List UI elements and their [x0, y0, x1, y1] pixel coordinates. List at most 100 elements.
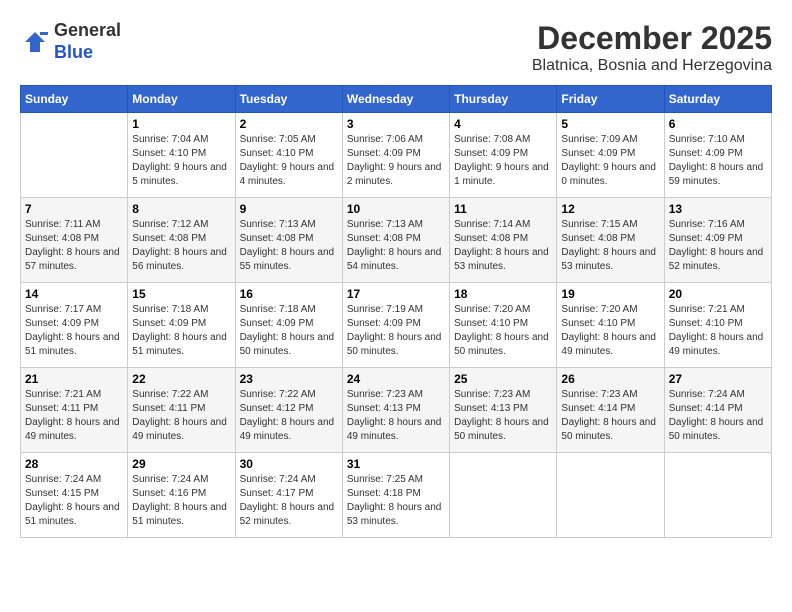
calendar-cell: 30Sunrise: 7:24 AMSunset: 4:17 PMDayligh…	[235, 453, 342, 538]
weekday-header: Wednesday	[342, 86, 449, 113]
calendar-cell: 26Sunrise: 7:23 AMSunset: 4:14 PMDayligh…	[557, 368, 664, 453]
calendar-cell: 17Sunrise: 7:19 AMSunset: 4:09 PMDayligh…	[342, 283, 449, 368]
logo: General Blue	[20, 20, 121, 63]
calendar-cell: 28 Sunrise: 7:24 AMSunset: 4:15 PMDayligh…	[21, 453, 128, 538]
day-number: 8	[132, 202, 230, 216]
calendar-table: SundayMondayTuesdayWednesdayThursdayFrid…	[20, 85, 772, 538]
day-info: Sunrise: 7:04 AMSunset: 4:10 PMDaylight:…	[132, 133, 230, 189]
day-number: 2	[240, 117, 338, 131]
calendar-cell: 20 Sunrise: 7:21 AMSunset: 4:10 PMDayligh…	[664, 283, 771, 368]
day-info: Sunrise: 7:15 AMSunset: 4:08 PMDaylight:…	[561, 218, 659, 274]
day-number: 19	[561, 287, 659, 301]
calendar-week: 28 Sunrise: 7:24 AMSunset: 4:15 PMDayligh…	[21, 453, 772, 538]
calendar-cell: 15 Sunrise: 7:18 AMSunset: 4:09 PMDayligh…	[128, 283, 235, 368]
day-number: 7	[25, 202, 123, 216]
month-title: December 2025	[532, 20, 772, 57]
day-number: 13	[669, 202, 767, 216]
day-info: Sunrise: 7:20 AMSunset: 4:10 PMDaylight:…	[561, 303, 659, 359]
calendar-cell: 5 Sunrise: 7:09 AMSunset: 4:09 PMDaylight…	[557, 113, 664, 198]
weekday-header: Sunday	[21, 86, 128, 113]
page-header: General Blue December 2025 Blatnica, Bos…	[20, 20, 772, 75]
day-number: 25	[454, 372, 552, 386]
weekday-header: Tuesday	[235, 86, 342, 113]
day-number: 23	[240, 372, 338, 386]
day-info: Sunrise: 7:11 AMSunset: 4:08 PMDaylight:…	[25, 218, 123, 274]
day-info: Sunrise: 7:10 AMSunset: 4:09 PMDaylight:…	[669, 133, 767, 189]
calendar-week: 7 Sunrise: 7:11 AMSunset: 4:08 PMDaylight…	[21, 198, 772, 283]
calendar-cell: 12 Sunrise: 7:15 AMSunset: 4:08 PMDayligh…	[557, 198, 664, 283]
day-number: 20	[669, 287, 767, 301]
weekday-header: Monday	[128, 86, 235, 113]
day-info: Sunrise: 7:17 AMSunset: 4:09 PMDaylight:…	[25, 303, 123, 359]
day-info: Sunrise: 7:19 AMSunset: 4:09 PMDaylight:…	[347, 303, 445, 359]
day-info: Sunrise: 7:24 AMSunset: 4:15 PMDaylight:…	[25, 473, 123, 529]
day-info: Sunrise: 7:13 AMSunset: 4:08 PMDaylight:…	[347, 218, 445, 274]
day-number: 16	[240, 287, 338, 301]
calendar-cell	[557, 453, 664, 538]
calendar-cell: 31Sunrise: 7:25 AMSunset: 4:18 PMDayligh…	[342, 453, 449, 538]
day-info: Sunrise: 7:24 AMSunset: 4:16 PMDaylight:…	[132, 473, 230, 529]
day-number: 10	[347, 202, 445, 216]
calendar-cell: 18 Sunrise: 7:20 AMSunset: 4:10 PMDayligh…	[450, 283, 557, 368]
day-number: 5	[561, 117, 659, 131]
day-info: Sunrise: 7:25 AMSunset: 4:18 PMDaylight:…	[347, 473, 445, 529]
calendar-cell: 21Sunrise: 7:21 AMSunset: 4:11 PMDayligh…	[21, 368, 128, 453]
calendar-cell: 7 Sunrise: 7:11 AMSunset: 4:08 PMDaylight…	[21, 198, 128, 283]
day-number: 4	[454, 117, 552, 131]
calendar-cell: 23 Sunrise: 7:22 AMSunset: 4:12 PMDayligh…	[235, 368, 342, 453]
weekday-header: Saturday	[664, 86, 771, 113]
calendar-cell: 13 Sunrise: 7:16 AMSunset: 4:09 PMDayligh…	[664, 198, 771, 283]
day-number: 11	[454, 202, 552, 216]
calendar-header: SundayMondayTuesdayWednesdayThursdayFrid…	[21, 86, 772, 113]
weekday-header: Friday	[557, 86, 664, 113]
day-info: Sunrise: 7:12 AMSunset: 4:08 PMDaylight:…	[132, 218, 230, 274]
calendar-cell: 6Sunrise: 7:10 AMSunset: 4:09 PMDaylight…	[664, 113, 771, 198]
calendar-cell: 27 Sunrise: 7:24 AMSunset: 4:14 PMDayligh…	[664, 368, 771, 453]
day-number: 15	[132, 287, 230, 301]
day-number: 1	[132, 117, 230, 131]
calendar-week: 21Sunrise: 7:21 AMSunset: 4:11 PMDayligh…	[21, 368, 772, 453]
calendar-cell: 3Sunrise: 7:06 AMSunset: 4:09 PMDaylight…	[342, 113, 449, 198]
day-number: 12	[561, 202, 659, 216]
calendar-cell: 22Sunrise: 7:22 AMSunset: 4:11 PMDayligh…	[128, 368, 235, 453]
day-number: 9	[240, 202, 338, 216]
day-info: Sunrise: 7:24 AMSunset: 4:14 PMDaylight:…	[669, 388, 767, 444]
day-info: Sunrise: 7:21 AMSunset: 4:10 PMDaylight:…	[669, 303, 767, 359]
calendar-cell: 9 Sunrise: 7:13 AMSunset: 4:08 PMDaylight…	[235, 198, 342, 283]
logo-blue: Blue	[54, 42, 93, 62]
logo-general: General	[54, 20, 121, 40]
day-info: Sunrise: 7:20 AMSunset: 4:10 PMDaylight:…	[454, 303, 552, 359]
calendar-cell: 19 Sunrise: 7:20 AMSunset: 4:10 PMDayligh…	[557, 283, 664, 368]
calendar-cell: 11Sunrise: 7:14 AMSunset: 4:08 PMDayligh…	[450, 198, 557, 283]
calendar-cell: 8 Sunrise: 7:12 AMSunset: 4:08 PMDaylight…	[128, 198, 235, 283]
calendar-cell: 10 Sunrise: 7:13 AMSunset: 4:08 PMDayligh…	[342, 198, 449, 283]
day-info: Sunrise: 7:22 AMSunset: 4:11 PMDaylight:…	[132, 388, 230, 444]
day-number: 3	[347, 117, 445, 131]
day-number: 21	[25, 372, 123, 386]
day-info: Sunrise: 7:24 AMSunset: 4:17 PMDaylight:…	[240, 473, 338, 529]
day-number: 24	[347, 372, 445, 386]
day-number: 14	[25, 287, 123, 301]
day-info: Sunrise: 7:18 AMSunset: 4:09 PMDaylight:…	[132, 303, 230, 359]
day-number: 27	[669, 372, 767, 386]
calendar-cell: 4 Sunrise: 7:08 AMSunset: 4:09 PMDaylight…	[450, 113, 557, 198]
calendar-cell: 1 Sunrise: 7:04 AMSunset: 4:10 PMDaylight…	[128, 113, 235, 198]
day-number: 18	[454, 287, 552, 301]
day-info: Sunrise: 7:08 AMSunset: 4:09 PMDaylight:…	[454, 133, 552, 189]
day-number: 29	[132, 457, 230, 471]
calendar-cell: 14 Sunrise: 7:17 AMSunset: 4:09 PMDayligh…	[21, 283, 128, 368]
location-subtitle: Blatnica, Bosnia and Herzegovina	[532, 57, 772, 75]
day-info: Sunrise: 7:23 AMSunset: 4:13 PMDaylight:…	[347, 388, 445, 444]
day-info: Sunrise: 7:05 AMSunset: 4:10 PMDaylight:…	[240, 133, 338, 189]
day-number: 28	[25, 457, 123, 471]
day-info: Sunrise: 7:13 AMSunset: 4:08 PMDaylight:…	[240, 218, 338, 274]
day-info: Sunrise: 7:23 AMSunset: 4:14 PMDaylight:…	[561, 388, 659, 444]
day-info: Sunrise: 7:09 AMSunset: 4:09 PMDaylight:…	[561, 133, 659, 189]
day-info: Sunrise: 7:22 AMSunset: 4:12 PMDaylight:…	[240, 388, 338, 444]
calendar-week: 1 Sunrise: 7:04 AMSunset: 4:10 PMDaylight…	[21, 113, 772, 198]
title-section: December 2025 Blatnica, Bosnia and Herze…	[532, 20, 772, 75]
logo-icon	[20, 27, 50, 57]
day-info: Sunrise: 7:16 AMSunset: 4:09 PMDaylight:…	[669, 218, 767, 274]
day-info: Sunrise: 7:18 AMSunset: 4:09 PMDaylight:…	[240, 303, 338, 359]
calendar-week: 14 Sunrise: 7:17 AMSunset: 4:09 PMDayligh…	[21, 283, 772, 368]
